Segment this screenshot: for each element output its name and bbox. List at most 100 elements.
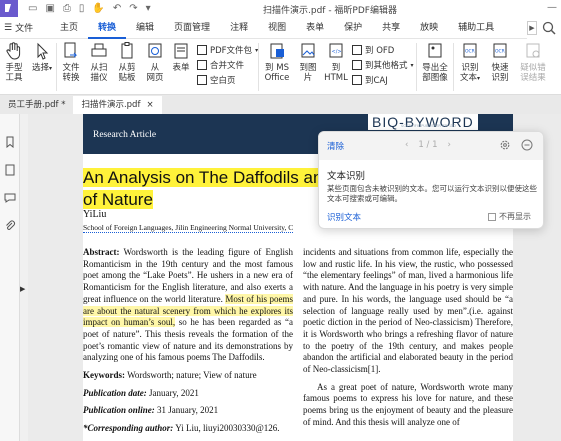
file-convert-button[interactable]: 文件 转换 <box>57 41 85 83</box>
cursor-icon <box>37 42 49 60</box>
app-logo-icon[interactable] <box>0 0 18 17</box>
popup-header: 清除 ‹ 1 / 1 › <box>319 132 543 160</box>
popup-description: 某些页面包含未被识别的文本。您可以运行文本识别以便使这些文本可搜索或可编辑。 <box>327 184 537 203</box>
menu-view[interactable]: 视图 <box>258 17 296 39</box>
comments-icon[interactable] <box>4 192 16 204</box>
file-convert-icon <box>64 42 78 58</box>
from-scanner-button[interactable]: 从扫 描仪 <box>85 41 113 83</box>
open-folder-icon[interactable]: ▭ <box>28 3 37 14</box>
menu-protect[interactable]: 保护 <box>334 17 372 39</box>
author-affiliation: School of Foreign Languages, Jilin Engin… <box>83 223 294 233</box>
svg-text:OCR: OCR <box>465 49 475 55</box>
settings-gear-icon[interactable] <box>499 139 511 151</box>
menu-share[interactable]: 共享 <box>372 17 410 39</box>
caj-icon <box>352 75 362 85</box>
ribbon-toolbar: 手型 工具 选择▾ 文件 转换 从扫 描仪 从剪 贴板 从 网页 表单 PDF文… <box>0 39 561 95</box>
left-sidebar <box>0 114 20 441</box>
minimize-button[interactable]: — <box>547 2 557 13</box>
quick-access-toolbar: ▭ ▣ ⎙ ▯ ✋ ↶ ↷ ▾ <box>28 3 151 14</box>
form-button[interactable]: 表单 <box>167 41 195 73</box>
form-icon <box>174 43 188 59</box>
thumbnails-icon[interactable] <box>4 164 16 176</box>
hand-tool-button[interactable]: 手型 工具 <box>0 41 28 83</box>
merge-files-button[interactable]: 合并文件 <box>197 59 244 71</box>
next-page-button[interactable]: › <box>448 140 451 150</box>
svg-text:OCR: OCR <box>495 49 505 55</box>
html-icon: </> <box>329 43 343 58</box>
menu-page-manage[interactable]: 页面管理 <box>164 17 220 39</box>
suspect-results-icon <box>526 43 540 58</box>
prev-page-button[interactable]: ‹ <box>405 140 408 150</box>
menu-right-controls: ▶ <box>527 17 561 39</box>
quick-ocr-button[interactable]: OCR 快速 识别 <box>486 41 514 83</box>
recognize-text-link[interactable]: 识别文本 <box>327 211 361 223</box>
publication-online: Publication online: 31 January, 2021 <box>83 405 219 416</box>
blank-page-button[interactable]: 空白页 <box>197 74 236 86</box>
expand-panel-icon[interactable]: ▶ <box>20 285 28 293</box>
menu-accessibility[interactable]: 辅助工具 <box>448 17 504 39</box>
banner-text: Research Article <box>93 130 157 140</box>
quick-ocr-icon: OCR <box>493 43 507 58</box>
corresponding-author: *Corresponding author: Yi Liu, liuyi2003… <box>83 423 280 434</box>
to-caj-button[interactable]: 到CAJ <box>352 74 388 86</box>
to-image-button[interactable]: 到图 片 <box>294 41 322 83</box>
clipboard-icon <box>121 42 133 59</box>
body-paragraph: incidents and situations from common lif… <box>303 247 513 375</box>
other-format-icon <box>352 60 362 70</box>
hand-icon[interactable]: ✋ <box>92 3 104 14</box>
separator <box>416 43 417 91</box>
menu-convert[interactable]: 转换 <box>88 17 127 39</box>
suspect-results-button[interactable]: 疑似错 误结果 <box>516 41 550 83</box>
title-bar: ▭ ▣ ⎙ ▯ ✋ ↶ ↷ ▾ 扫描件演示.pdf - 福昕PDF编辑器 — <box>0 0 561 17</box>
svg-text:</>: </> <box>332 49 342 55</box>
tab-scan-demo[interactable]: 扫描件演示.pdf × <box>73 96 162 114</box>
page-indicator: 1 / 1 <box>418 140 438 150</box>
menu-presentation[interactable]: 放映 <box>410 17 448 39</box>
ocr-button[interactable]: OCR 识别 文本▾ <box>456 41 484 84</box>
file-menu[interactable]: ☰ 文件 <box>0 21 50 35</box>
menu-home[interactable]: 主页 <box>50 17 88 39</box>
pdf-package-button[interactable]: PDF文件包 ▾ <box>197 44 258 56</box>
to-html-button[interactable]: </> 到 HTML <box>322 41 350 83</box>
body-paragraph: As a great poet of nature, Wordsworth wr… <box>303 381 513 427</box>
checkbox-box[interactable] <box>488 212 496 221</box>
menu-bar: ☰ 文件 主页 转换 编辑 页面管理 注释 视图 表单 保护 共享 放映 辅助工… <box>0 17 561 39</box>
blank-page-icon <box>197 75 207 85</box>
collapse-popup-icon[interactable] <box>521 139 533 151</box>
web-icon <box>148 43 162 58</box>
from-clipboard-button[interactable]: 从剪 贴板 <box>113 41 141 83</box>
export-all-images-button[interactable]: 导出全 部图像 <box>419 41 451 83</box>
scanner-icon <box>91 43 107 57</box>
menu-comment[interactable]: 注释 <box>220 17 258 39</box>
from-web-button[interactable]: 从 网页 <box>141 41 169 83</box>
attachment-icon[interactable] <box>4 220 16 232</box>
to-ofd-button[interactable]: 到 OFD <box>352 44 394 56</box>
new-doc-icon[interactable]: ▯ <box>79 3 85 14</box>
window-title: 扫描件演示.pdf - 福昕PDF编辑器 <box>263 6 397 16</box>
separator <box>258 43 259 91</box>
dont-show-again-checkbox[interactable]: 不再显示 <box>488 211 531 222</box>
article-author: YiLiu <box>83 209 107 220</box>
dropdown-icon[interactable]: ▾ <box>146 3 151 14</box>
menu-form[interactable]: 表单 <box>296 17 334 39</box>
print-icon[interactable]: ⎙ <box>63 3 71 14</box>
to-other-format-button[interactable]: 到其他格式 ▾ <box>352 59 414 71</box>
separator <box>453 43 454 91</box>
tab-employee-handbook[interactable]: 员工手册.pdf * <box>0 96 73 114</box>
hamburger-icon: ☰ <box>4 22 13 33</box>
clear-button[interactable]: 清除 <box>327 140 344 152</box>
save-icon[interactable]: ▣ <box>45 3 54 14</box>
to-ms-office-button[interactable]: 到 MS Office <box>262 41 292 83</box>
publication-date: Publication date: January, 2021 <box>83 387 199 398</box>
undo-icon[interactable]: ↶ <box>113 3 121 14</box>
merge-icon <box>197 60 207 70</box>
ocr-suggestion-popup: 清除 ‹ 1 / 1 › 文本识别 某些页面包含未被识别的文本。您可以运行文本识… <box>318 131 544 229</box>
menu-edit[interactable]: 编辑 <box>126 17 164 39</box>
redo-icon[interactable]: ↷ <box>129 3 137 14</box>
menu-scroll-right-button[interactable]: ▶ <box>527 21 537 35</box>
search-icon[interactable] <box>541 20 557 36</box>
close-tab-icon[interactable]: × <box>146 96 153 114</box>
hand-icon <box>6 42 21 60</box>
select-button[interactable]: 选择▾ <box>28 41 56 74</box>
bookmark-icon[interactable] <box>4 136 16 148</box>
